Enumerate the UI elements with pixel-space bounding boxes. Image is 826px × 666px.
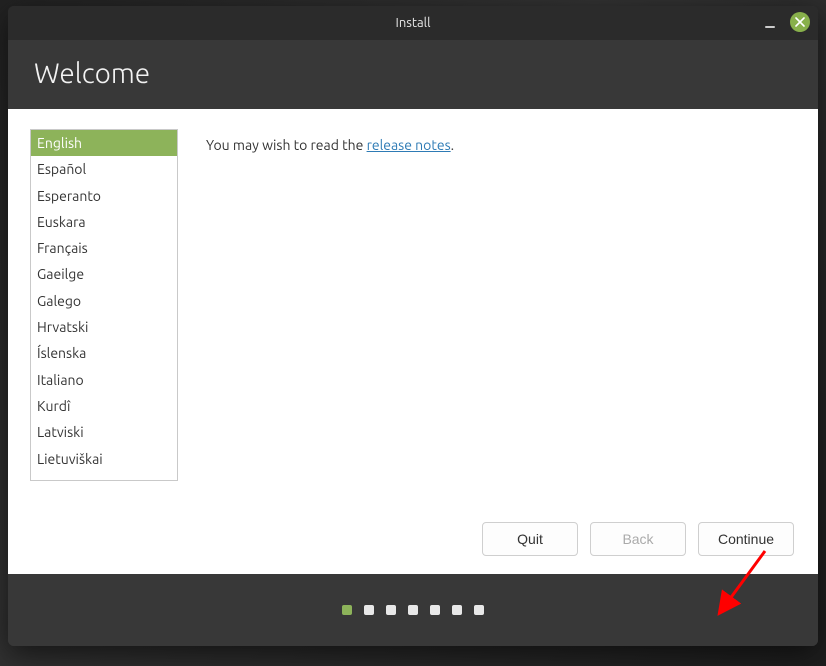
close-button[interactable] — [790, 12, 810, 32]
minimize-button[interactable] — [760, 12, 780, 32]
language-option[interactable]: Français — [31, 235, 177, 261]
release-notes-link[interactable]: release notes — [367, 137, 451, 153]
release-notes-text: You may wish to read the release notes. — [206, 129, 454, 488]
progress-dot — [452, 605, 462, 615]
window-title: Install — [396, 16, 431, 30]
language-option[interactable]: Magyar — [31, 472, 177, 481]
language-option[interactable]: Esperanto — [31, 183, 177, 209]
language-option[interactable]: English — [31, 130, 177, 156]
language-option[interactable]: Latviski — [31, 419, 177, 445]
button-row: Quit Back Continue — [30, 516, 796, 558]
content-area: EnglishEspañolEsperantoEuskaraFrançaisGa… — [8, 109, 818, 574]
language-option[interactable]: Lietuviškai — [31, 446, 177, 472]
header: Welcome — [8, 40, 818, 109]
progress-dot — [474, 605, 484, 615]
language-option[interactable]: Íslenska — [31, 340, 177, 366]
progress-dot — [408, 605, 418, 615]
language-option[interactable]: Galego — [31, 288, 177, 314]
progress-dots — [8, 574, 818, 646]
language-option[interactable]: Kurdî — [31, 393, 177, 419]
titlebar: Install — [8, 6, 818, 40]
language-option[interactable]: Italiano — [31, 367, 177, 393]
page-title: Welcome — [34, 58, 792, 89]
window-controls — [760, 12, 810, 32]
installer-window: Install Welcome EnglishEspañolEsperantoE… — [8, 6, 818, 646]
back-button: Back — [590, 522, 686, 556]
progress-dot — [430, 605, 440, 615]
progress-dot — [364, 605, 374, 615]
progress-dot — [386, 605, 396, 615]
continue-button[interactable]: Continue — [698, 522, 794, 556]
progress-dot — [342, 605, 352, 615]
language-list[interactable]: EnglishEspañolEsperantoEuskaraFrançaisGa… — [30, 129, 178, 481]
quit-button[interactable]: Quit — [482, 522, 578, 556]
language-option[interactable]: Gaeilge — [31, 261, 177, 287]
close-icon — [795, 17, 805, 27]
desktop: Install Welcome EnglishEspañolEsperantoE… — [0, 0, 826, 666]
note-prefix: You may wish to read the — [206, 137, 367, 153]
language-option[interactable]: Español — [31, 156, 177, 182]
note-suffix: . — [451, 137, 454, 153]
language-option[interactable]: Hrvatski — [31, 314, 177, 340]
language-option[interactable]: Euskara — [31, 209, 177, 235]
